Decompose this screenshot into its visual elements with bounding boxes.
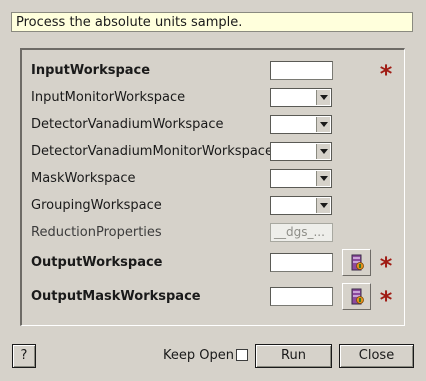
label-detector-vanadium-monitor-workspace: DetectorVanadiumMonitorWorkspace — [31, 144, 273, 159]
chevron-down-icon[interactable] — [316, 144, 330, 159]
label-mask-workspace: MaskWorkspace — [31, 171, 136, 186]
close-button[interactable]: Close — [339, 344, 414, 368]
required-marker: * — [379, 286, 393, 314]
chevron-down-icon[interactable] — [316, 171, 330, 186]
input-workspace-field[interactable] — [270, 61, 333, 80]
output-mask-workspace-field[interactable] — [270, 287, 333, 306]
output-mask-workspace-browse-button[interactable] — [342, 283, 371, 310]
run-button[interactable]: Run — [255, 344, 332, 368]
detector-vanadium-workspace-combo[interactable] — [270, 115, 332, 134]
label-output-workspace: OutputWorkspace — [31, 255, 163, 270]
label-reduction-properties: ReductionProperties — [31, 225, 162, 240]
output-workspace-browse-button[interactable] — [342, 249, 371, 276]
label-grouping-workspace: GroupingWorkspace — [31, 198, 162, 213]
workspace-browse-icon — [351, 288, 364, 304]
output-workspace-field[interactable] — [270, 253, 333, 272]
required-marker: * — [379, 60, 393, 88]
keep-open-label: Keep Open — [163, 348, 234, 363]
label-input-workspace: InputWorkspace — [31, 63, 151, 78]
chevron-down-icon[interactable] — [316, 198, 330, 213]
grouping-workspace-combo[interactable] — [270, 196, 332, 215]
keep-open-checkbox[interactable] — [236, 349, 248, 361]
help-button[interactable]: ? — [12, 344, 36, 368]
algorithm-description: Process the absolute units sample. — [11, 12, 413, 32]
reduction-properties-field: __dgs_... — [270, 223, 333, 242]
chevron-down-icon[interactable] — [316, 117, 330, 132]
input-monitor-workspace-combo[interactable] — [270, 88, 332, 107]
workspace-browse-icon — [351, 254, 364, 270]
mask-workspace-combo[interactable] — [270, 169, 332, 188]
detector-vanadium-monitor-workspace-combo[interactable] — [270, 142, 332, 161]
chevron-down-icon[interactable] — [316, 90, 330, 105]
label-detector-vanadium-workspace: DetectorVanadiumWorkspace — [31, 117, 224, 132]
required-marker: * — [379, 252, 393, 280]
label-output-mask-workspace: OutputMaskWorkspace — [31, 289, 201, 304]
label-input-monitor-workspace: InputMonitorWorkspace — [31, 90, 186, 105]
